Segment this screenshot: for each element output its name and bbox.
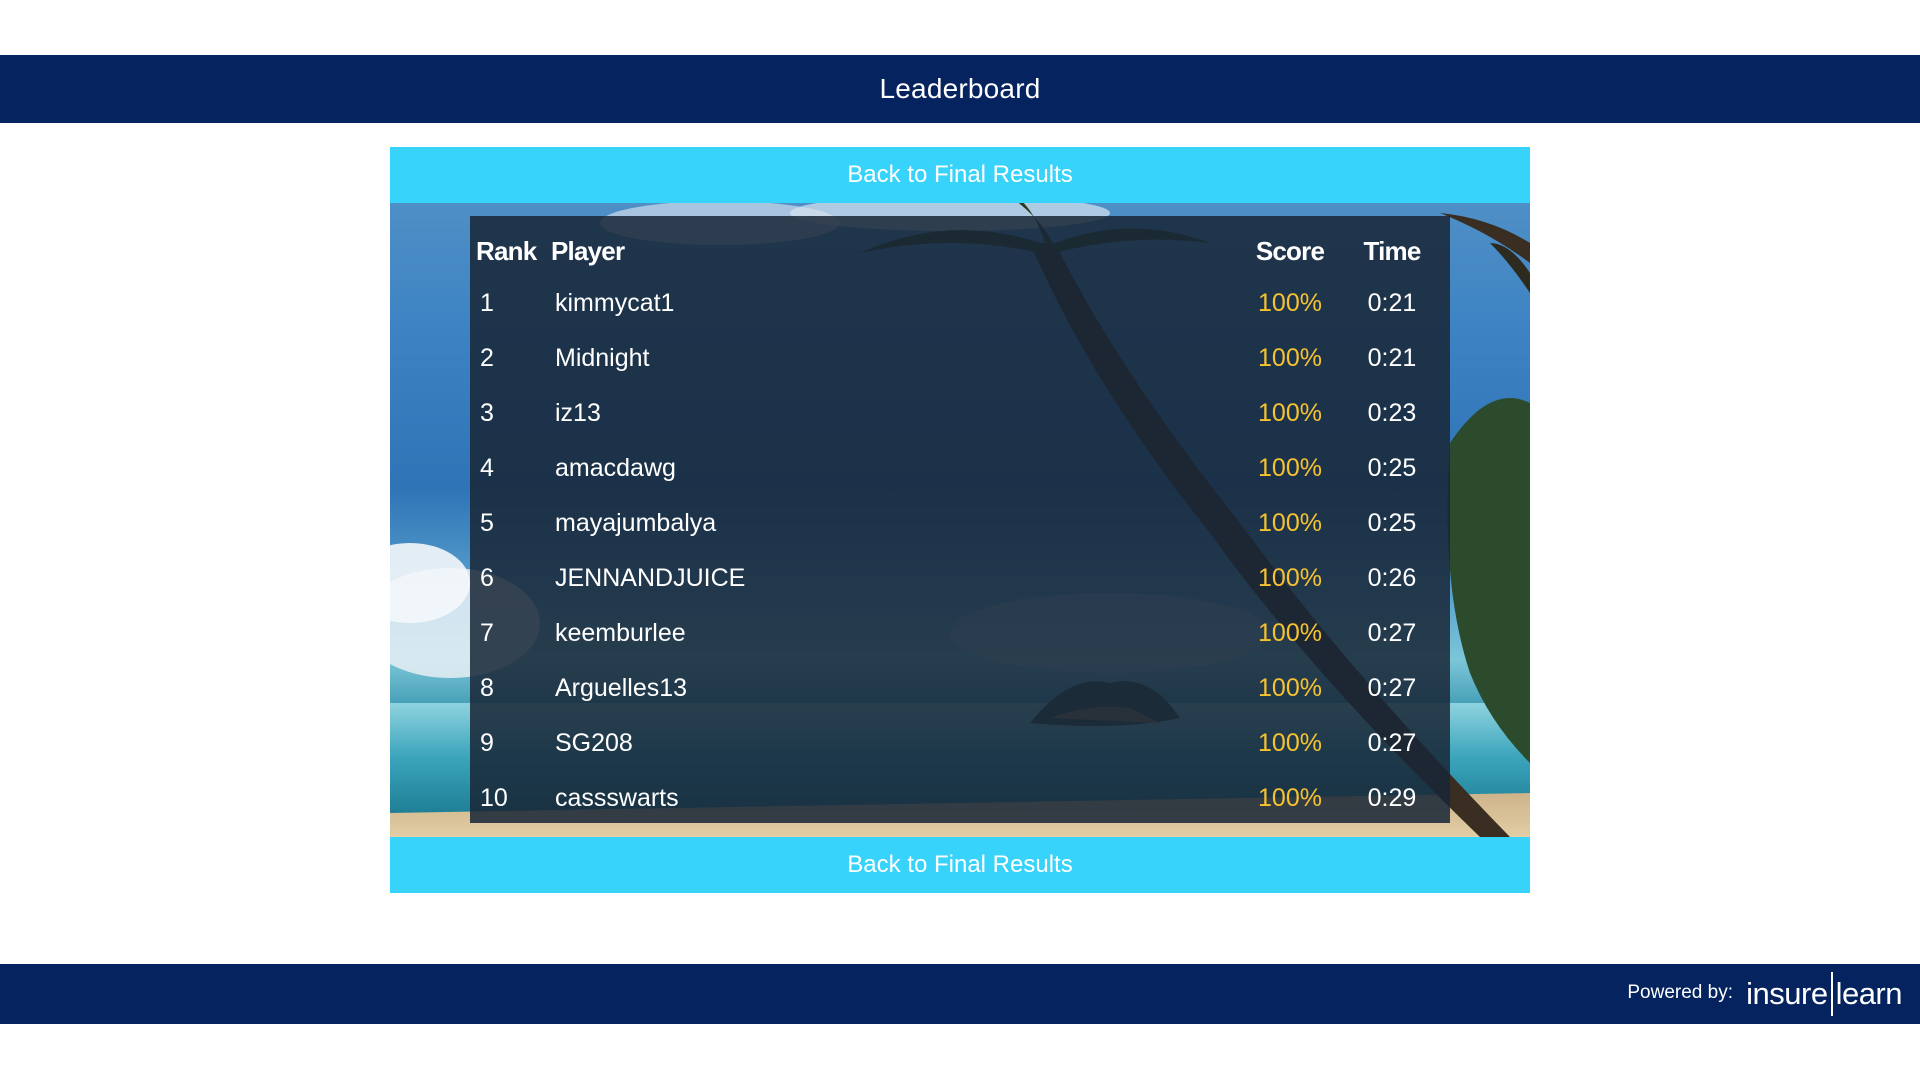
- back-to-final-results-button-bottom[interactable]: Back to Final Results: [390, 837, 1530, 893]
- row-rank: 1: [480, 289, 494, 317]
- page-title: Leaderboard: [879, 73, 1041, 104]
- leaderboard-page: Leaderboard Back to Final Results Rank P…: [0, 0, 1920, 1080]
- row-time: 0:26: [1367, 564, 1417, 592]
- column-header-score: Score: [1255, 236, 1325, 266]
- powered-by-label: Powered by:: [1627, 982, 1733, 1003]
- row-rank: 8: [480, 674, 494, 702]
- row-score: 100%: [1258, 509, 1322, 537]
- row-time: 0:29: [1367, 784, 1417, 812]
- row-score: 100%: [1258, 729, 1322, 757]
- row-time: 0:25: [1367, 509, 1417, 537]
- row-time: 0:27: [1367, 619, 1417, 647]
- row-score: 100%: [1258, 344, 1322, 372]
- row-time: 0:21: [1367, 289, 1417, 317]
- row-time: 0:27: [1367, 674, 1417, 702]
- row-score: 100%: [1258, 454, 1322, 482]
- table-row: 5 mayajumbalya 100% 0:25: [470, 496, 1450, 551]
- row-rank: 10: [480, 784, 508, 812]
- table-row: 8 Arguelles13 100% 0:27: [470, 661, 1450, 716]
- row-player: amacdawg: [555, 454, 676, 482]
- row-score: 100%: [1258, 674, 1322, 702]
- table-row: 4 amacdawg 100% 0:25: [470, 441, 1450, 496]
- table-row: 3 iz13 100% 0:23: [470, 386, 1450, 441]
- brand-divider: [1830, 972, 1833, 1016]
- row-player: JENNANDJUICE: [555, 564, 746, 592]
- row-rank: 9: [480, 729, 494, 757]
- row-player: Midnight: [555, 344, 650, 372]
- row-time: 0:21: [1367, 344, 1417, 372]
- row-score: 100%: [1258, 289, 1322, 317]
- leaderboard-table: Rank Player Score Time 1 kimmycat1 100% …: [470, 216, 1450, 823]
- table-row: 9 SG208 100% 0:27: [470, 716, 1450, 771]
- table-row: 10 cassswarts 100% 0:29: [470, 771, 1450, 826]
- brand-insure-text: insure: [1746, 976, 1828, 1011]
- insurelearn-logo[interactable]: insure learn: [1746, 972, 1903, 1016]
- table-header: Rank Player Score Time: [470, 236, 1450, 274]
- row-rank: 3: [480, 399, 494, 427]
- column-header-player: Player: [551, 236, 625, 266]
- row-player: kimmycat1: [555, 289, 675, 317]
- row-player: iz13: [555, 399, 601, 427]
- table-row: 2 Midnight 100% 0:21: [470, 331, 1450, 386]
- footer-bar: Powered by: insure learn: [0, 964, 1920, 1024]
- tropical-beach-background: Rank Player Score Time 1 kimmycat1 100% …: [390, 203, 1530, 837]
- header-bar: Leaderboard: [0, 55, 1920, 123]
- row-player: cassswarts: [555, 784, 679, 812]
- table-row: 6 JENNANDJUICE 100% 0:26: [470, 551, 1450, 606]
- row-rank: 5: [480, 509, 494, 537]
- row-player: SG208: [555, 729, 633, 757]
- row-player: Arguelles13: [555, 674, 688, 702]
- leaderboard-card: Back to Final Results Rank Player Score …: [390, 147, 1530, 893]
- row-score: 100%: [1258, 399, 1322, 427]
- row-rank: 4: [480, 454, 494, 482]
- brand-learn-text: learn: [1835, 976, 1903, 1011]
- row-rank: 2: [480, 344, 494, 372]
- table-row: 1 kimmycat1 100% 0:21: [470, 276, 1450, 331]
- column-header-rank: Rank: [476, 236, 537, 266]
- back-to-final-results-button-top[interactable]: Back to Final Results: [390, 147, 1530, 203]
- row-score: 100%: [1258, 619, 1322, 647]
- row-score: 100%: [1258, 564, 1322, 592]
- row-player: mayajumbalya: [555, 509, 717, 537]
- row-score: 100%: [1258, 784, 1322, 812]
- row-player: keemburlee: [555, 619, 686, 647]
- column-header-time: Time: [1363, 236, 1421, 266]
- row-rank: 7: [480, 619, 494, 647]
- row-time: 0:23: [1367, 399, 1417, 427]
- row-rank: 6: [480, 564, 494, 592]
- row-time: 0:27: [1367, 729, 1417, 757]
- table-row: 7 keemburlee 100% 0:27: [470, 606, 1450, 661]
- row-time: 0:25: [1367, 454, 1417, 482]
